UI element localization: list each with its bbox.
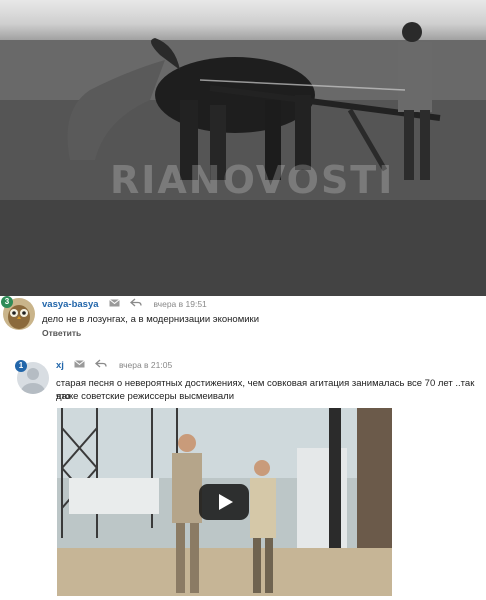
historical-photo: RIANOVOSTI xyxy=(0,0,486,296)
play-icon[interactable] xyxy=(199,484,249,520)
comment-text: дело не в лозунгах, а в модернизации эко… xyxy=(42,314,260,325)
comment: 3 vasya-basya вчера в 19:51 дело не в ло… xyxy=(0,296,486,346)
envelope-icon[interactable] xyxy=(108,298,120,310)
comment-meta: vasya-basya вчера в 19:51 xyxy=(42,297,207,311)
reply-arrow-icon[interactable] xyxy=(94,359,107,371)
embedded-video[interactable] xyxy=(57,408,392,596)
avatar-wrap: 3 xyxy=(1,296,35,330)
avatar-wrap: 1 xyxy=(15,360,49,394)
photo-illustration xyxy=(0,22,486,296)
rank-badge: 3 xyxy=(1,296,13,308)
reply-arrow-icon[interactable] xyxy=(129,298,142,310)
comment-text-line-2: даже советские режиссеры высмеивали xyxy=(56,391,235,402)
watermark-text: RIANOVOSTI xyxy=(110,158,395,202)
username-link[interactable]: xj xyxy=(56,360,64,371)
comment-meta: xj вчера в 21:05 xyxy=(56,358,172,372)
timestamp: вчера в 19:51 xyxy=(153,299,207,309)
username-link[interactable]: vasya-basya xyxy=(42,299,99,310)
envelope-icon[interactable] xyxy=(74,359,85,371)
rank-badge: 1 xyxy=(15,360,27,372)
reply-button[interactable]: Ответить xyxy=(42,328,81,338)
timestamp: вчера в 21:05 xyxy=(118,360,173,370)
